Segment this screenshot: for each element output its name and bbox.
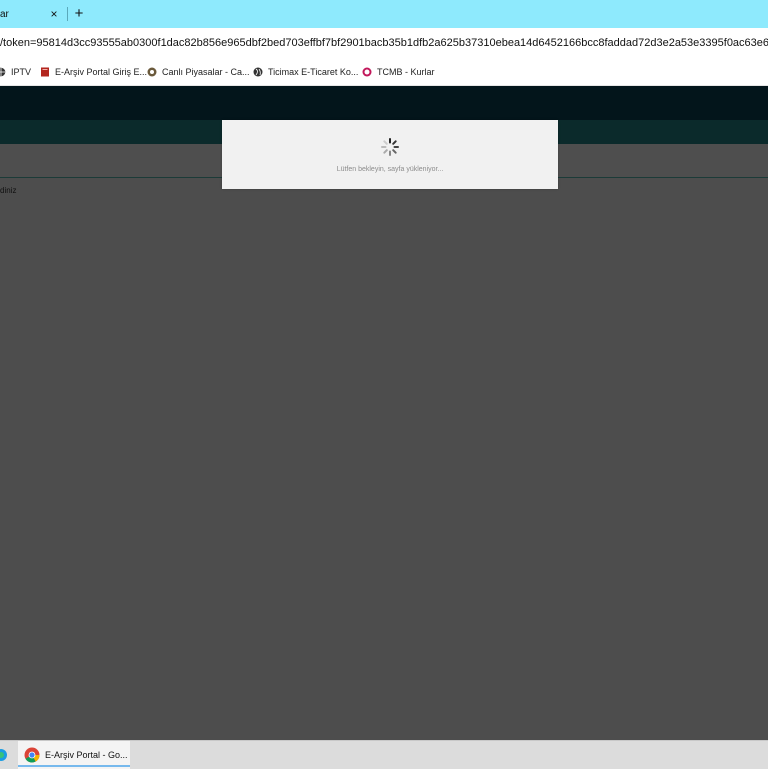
bookmark-ticimax[interactable]: Ticimax E-Ticaret Ko... <box>253 58 358 85</box>
bookmark-iptv[interactable]: IPTV <box>0 58 31 85</box>
gear-icon <box>147 67 157 76</box>
bookmark-e-arsiv[interactable]: E-Arşiv Portal Giriş E... <box>40 58 147 85</box>
loading-spinner-icon <box>381 138 399 156</box>
close-tab-icon[interactable]: × <box>48 7 60 21</box>
chrome-icon <box>24 747 40 763</box>
taskbar-item-label: E-Arşiv Portal - Go... <box>45 750 128 760</box>
side-text: diniz <box>0 186 17 195</box>
document-icon <box>41 67 49 76</box>
address-bar: /token=95814d3cc93555ab0300f1dac82b856e9… <box>0 28 768 59</box>
bookmark-label: E-Arşiv Portal Giriş E... <box>55 66 148 77</box>
taskbar-active-indicator <box>18 765 130 767</box>
edge-icon[interactable] <box>0 747 8 763</box>
tab-separator <box>67 7 68 21</box>
browser-tab[interactable]: ar × <box>0 0 66 28</box>
bookmark-tcmb[interactable]: TCMB - Kurlar <box>362 58 435 85</box>
new-tab-button[interactable]: + <box>72 6 86 22</box>
tab-strip: ar × + <box>0 0 768 28</box>
bookmarks-bar: IPTV E-Arşiv Portal Giriş E... Canlı Piy… <box>0 58 768 86</box>
bookmark-label: Ticimax E-Ticaret Ko... <box>268 66 359 77</box>
tab-title: ar <box>0 8 9 20</box>
loading-text: Lütfen bekleyin, sayfa yükleniyor... <box>336 166 444 173</box>
globe-icon <box>253 67 263 76</box>
page-header <box>0 86 768 120</box>
tcmb-logo-icon <box>362 67 372 76</box>
bookmark-label: TCMB - Kurlar <box>377 66 435 77</box>
globe-icon <box>0 67 6 76</box>
loading-dialog: Lütfen bekleyin, sayfa yükleniyor... <box>222 120 558 189</box>
bookmark-label: Canlı Piyasalar - Ca... <box>162 66 250 77</box>
url-input[interactable]: /token=95814d3cc93555ab0300f1dac82b856e9… <box>0 28 768 58</box>
bookmark-label: IPTV <box>11 66 32 77</box>
bookmark-canli-piyasalar[interactable]: Canlı Piyasalar - Ca... <box>147 58 250 85</box>
